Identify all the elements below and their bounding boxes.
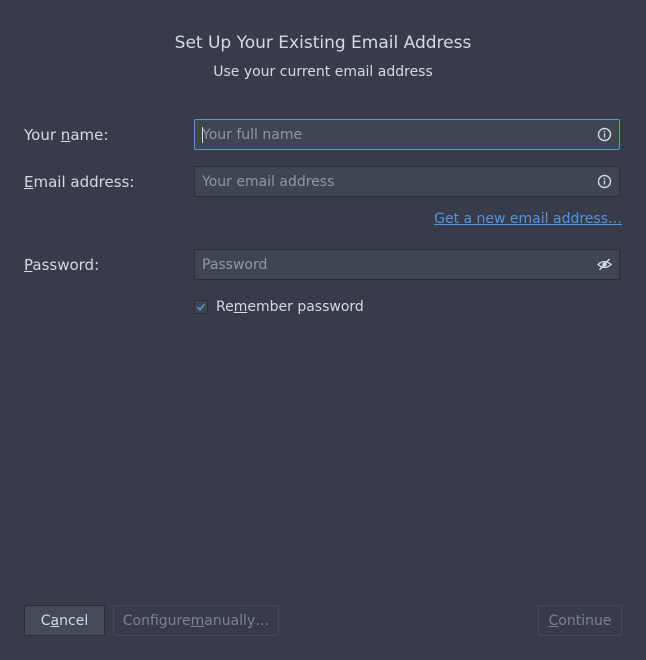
continue-button[interactable]: Continue: [538, 605, 622, 636]
name-input[interactable]: [195, 120, 591, 149]
remember-password-checkbox[interactable]: Remember password: [194, 298, 364, 316]
password-field[interactable]: [194, 249, 620, 280]
remember-password-label: Remember password: [216, 299, 364, 315]
password-input[interactable]: [195, 250, 591, 279]
get-new-email-link[interactable]: Get a new email address…: [434, 211, 622, 227]
password-label: Password:: [24, 256, 100, 274]
configure-manually-button[interactable]: Configure m anually…: [113, 605, 279, 636]
email-field[interactable]: [194, 166, 620, 197]
name-label: Your name:: [24, 126, 109, 144]
page-subtitle: Use your current email address: [213, 64, 433, 80]
email-input[interactable]: [195, 167, 591, 196]
checkmark-icon: [196, 303, 206, 312]
email-label: Email address:: [24, 173, 135, 191]
name-field[interactable]: [194, 119, 620, 150]
eye-slash-icon[interactable]: [597, 257, 612, 272]
info-icon[interactable]: [597, 174, 612, 189]
info-icon[interactable]: [597, 127, 612, 142]
checkbox-box[interactable]: [194, 300, 208, 314]
cancel-button[interactable]: Ca ncel: [24, 605, 105, 636]
page-title: Set Up Your Existing Email Address: [174, 33, 472, 53]
text-caret: [202, 127, 203, 143]
